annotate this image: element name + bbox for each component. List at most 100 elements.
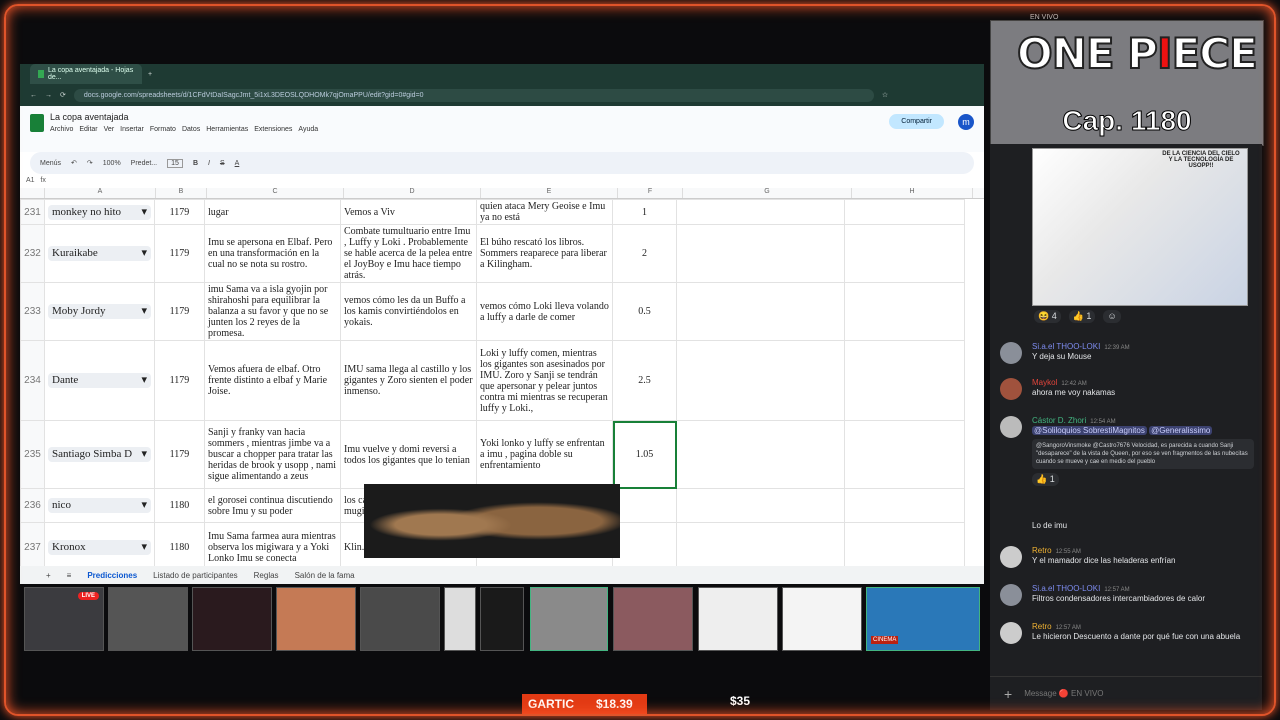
reaction-thumbs[interactable]: 👍 1 (1068, 310, 1096, 323)
chapter-cell[interactable]: 1179 (154, 199, 205, 225)
name-cell[interactable]: nico ▾ (44, 488, 155, 523)
thumbnail-participant[interactable] (782, 587, 862, 651)
thumbnail-participant[interactable] (444, 587, 476, 651)
col-g[interactable]: G (683, 188, 852, 198)
name-cell[interactable]: Kronox ▾ (44, 522, 155, 573)
prediction-1-cell[interactable]: el gorosei continua discutiendo sobre Im… (204, 488, 341, 523)
italic-icon[interactable]: I (208, 160, 210, 167)
sheet-tab-salon[interactable]: Salón de la fama (295, 571, 355, 580)
col-a[interactable]: A (45, 188, 156, 198)
account-avatar[interactable]: m (958, 114, 974, 130)
dropdown-chip[interactable]: nico ▾ (48, 498, 151, 513)
prediction-3-cell[interactable]: El búho rescató los libros. Sommers reap… (476, 224, 613, 283)
name-cell[interactable]: Dante ▾ (44, 340, 155, 421)
name-cell[interactable]: Moby Jordy ▾ (44, 282, 155, 341)
reload-icon[interactable]: ⟳ (60, 91, 66, 99)
undo-icon[interactable]: ↶ (71, 159, 77, 167)
sheet-tab-listado[interactable]: Listado de participantes (153, 571, 238, 580)
empty-cell[interactable] (676, 340, 845, 421)
thumbnail-participant[interactable] (530, 587, 608, 651)
font-select[interactable]: Predet... (131, 160, 157, 167)
score-cell[interactable]: 2 (612, 224, 677, 283)
quoted-message[interactable]: @SangoroVinsmoke @Castro7676 Velocidad, … (1032, 439, 1254, 469)
col-d[interactable]: D (344, 188, 481, 198)
chat-input[interactable]: + Message 🔴 EN VIVO (990, 676, 1262, 710)
add-reaction-icon[interactable]: ☺ (1103, 310, 1121, 323)
score-cell[interactable]: 1 (612, 199, 677, 225)
selected-score-cell[interactable]: 1.05 (612, 420, 677, 489)
menus-search[interactable]: Menús (40, 160, 61, 167)
user-mention[interactable]: @Generalissimo (1149, 426, 1213, 435)
chapter-cell[interactable]: 1179 (154, 420, 205, 489)
dropdown-chip[interactable]: Moby Jordy ▾ (48, 304, 151, 319)
menu-archivo[interactable]: Archivo (50, 126, 73, 133)
strikethrough-icon[interactable]: S (220, 160, 225, 167)
menu-extensiones[interactable]: Extensiones (254, 126, 292, 133)
row-number[interactable]: 233 (20, 282, 45, 341)
col-b[interactable]: B (156, 188, 207, 198)
dropdown-chip[interactable]: Dante ▾ (48, 373, 151, 388)
thumbnail-participant[interactable] (276, 587, 356, 651)
message-author[interactable]: Maykol (1032, 378, 1057, 387)
dropdown-chip[interactable]: monkey no hito ▾ (48, 204, 151, 220)
thumbnail-participant[interactable]: CINEMA (866, 587, 980, 651)
thumbnail-screen[interactable]: LIVE (24, 587, 104, 651)
empty-cell[interactable] (844, 224, 965, 283)
prediction-3-cell[interactable]: Loki y luffy comen, mientras los gigante… (476, 340, 613, 421)
prediction-1-cell[interactable]: Vemos afuera de elbaf. Otro frente disti… (204, 340, 341, 421)
chapter-cell[interactable]: 1180 (154, 522, 205, 573)
add-attachment-icon[interactable]: + (1004, 686, 1012, 702)
empty-cell[interactable] (844, 199, 965, 225)
thumbnail-participant[interactable] (360, 587, 440, 651)
avatar[interactable] (1000, 416, 1022, 438)
prediction-3-cell[interactable]: quien ataca Mery Geoise e Imu ya no está (476, 199, 613, 225)
chapter-cell[interactable]: 1179 (154, 282, 205, 341)
chapter-cell[interactable]: 1179 (154, 340, 205, 421)
prediction-2-cell[interactable]: vemos cómo les da un Buffo a los kamis c… (340, 282, 477, 341)
score-cell[interactable] (612, 488, 677, 523)
empty-cell[interactable] (844, 282, 965, 341)
menu-editar[interactable]: Editar (79, 126, 97, 133)
all-sheets-icon[interactable]: ≡ (67, 571, 72, 580)
message-author[interactable]: Retro (1032, 622, 1052, 631)
bookmark-star-icon[interactable]: ☆ (882, 91, 888, 99)
menu-ayuda[interactable]: Ayuda (298, 126, 318, 133)
new-tab-icon[interactable]: + (148, 71, 152, 78)
name-cell[interactable]: monkey no hito ▾ (44, 199, 155, 225)
empty-cell[interactable] (676, 488, 845, 523)
user-mention[interactable]: @Soliloquios SobrestiMagnitos (1032, 426, 1147, 435)
forward-icon[interactable]: → (45, 92, 52, 99)
browser-tab[interactable]: La copa aventajada - Hojas de... (30, 64, 142, 84)
empty-cell[interactable] (844, 340, 965, 421)
sheet-tab-predicciones[interactable]: Predicciones (87, 571, 137, 580)
menu-herramientas[interactable]: Herramientas (206, 126, 248, 133)
prediction-3-cell[interactable]: Yoki lonko y luffy se enfrentan a imu , … (476, 420, 613, 489)
menu-formato[interactable]: Formato (150, 126, 176, 133)
reaction-thumbs[interactable]: 👍 1 (1032, 473, 1059, 486)
row-number[interactable]: 235 (20, 420, 45, 489)
avatar[interactable] (1000, 546, 1022, 568)
prediction-2-cell[interactable]: Imu vuelve y domi reversi a todos los gi… (340, 420, 477, 489)
empty-cell[interactable] (844, 420, 965, 489)
empty-cell[interactable] (676, 420, 845, 489)
empty-cell[interactable] (676, 282, 845, 341)
menu-datos[interactable]: Datos (182, 126, 200, 133)
back-icon[interactable]: ← (30, 92, 37, 99)
score-cell[interactable] (612, 522, 677, 573)
col-e[interactable]: E (481, 188, 618, 198)
prediction-1-cell[interactable]: Imu se apersona en Elbaf. Pero en una tr… (204, 224, 341, 283)
prediction-2-cell[interactable]: IMU sama llega al castillo y los gigante… (340, 340, 477, 421)
reaction-laugh[interactable]: 😆 4 (1034, 310, 1061, 323)
dropdown-chip[interactable]: Kuraikabe ▾ (48, 246, 151, 261)
prediction-1-cell[interactable]: Sanji y franky van hacia sommers , mient… (204, 420, 341, 489)
message-author[interactable]: Retro (1032, 546, 1052, 555)
avatar[interactable] (1000, 342, 1022, 364)
row-number[interactable]: 234 (20, 340, 45, 421)
message-author[interactable]: Cástor D. Zhori (1032, 416, 1086, 425)
thumbnail-participant[interactable] (108, 587, 188, 651)
menu-ver[interactable]: Ver (104, 126, 115, 133)
font-size-input[interactable]: 15 (167, 158, 183, 168)
message-author[interactable]: Si.a.el THOO-LOKI (1032, 342, 1100, 351)
avatar[interactable] (1000, 584, 1022, 606)
thumbnail-participant[interactable] (698, 587, 778, 651)
